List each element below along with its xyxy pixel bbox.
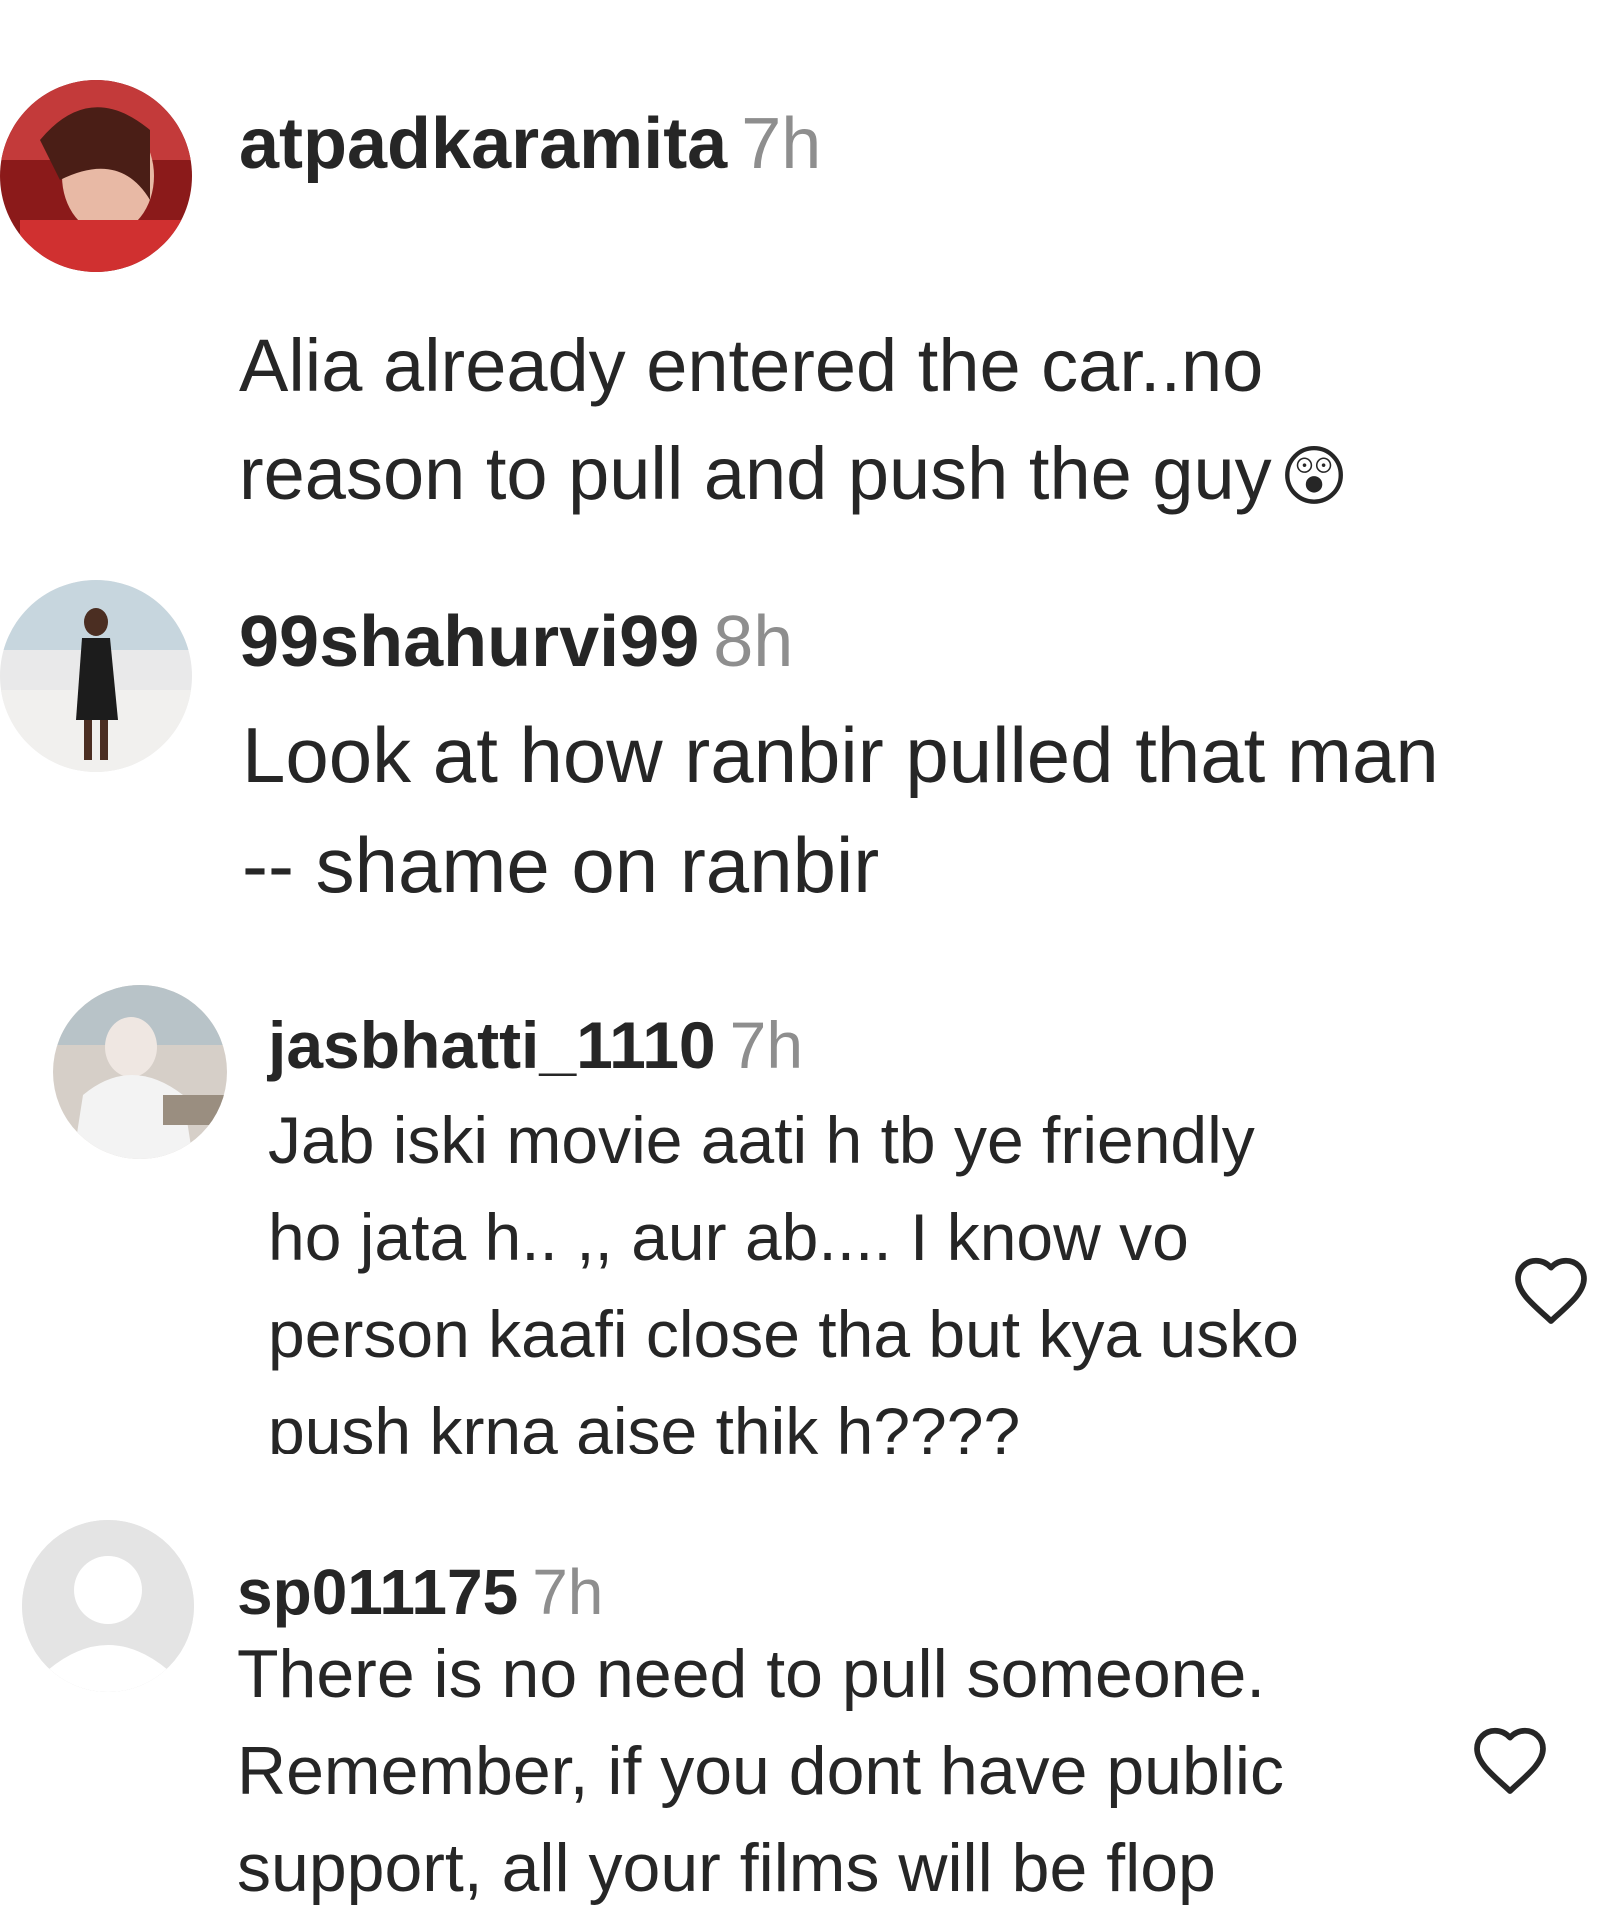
comment-item: sp011175 7h There is no need to pull some… — [0, 1500, 1601, 1920]
user-avatar-placeholder[interactable] — [22, 1520, 194, 1692]
comment-meta: 99shahurvi99 8h — [239, 606, 793, 678]
emoji-shocked-icon: 😲 — [1279, 439, 1349, 513]
comment-meta: sp011175 7h — [237, 1560, 603, 1624]
like-heart-icon[interactable] — [1467, 1718, 1553, 1798]
comment-body: Jab iski movie aati h tb ye friendly ho … — [268, 1103, 1299, 1454]
comment-item: jasbhatti_1110 7h Jab iski movie aati h t… — [0, 980, 1601, 1460]
comment-body: Look at how ranbir pulled that man -- sh… — [242, 711, 1439, 909]
comment-body: Alia already entered the car..no reason … — [239, 324, 1272, 515]
comment-item: 99shahurvi99 8h Look at how ranbir pulled… — [0, 560, 1601, 940]
user-avatar[interactable] — [53, 985, 227, 1159]
comment-timestamp: 7h — [741, 104, 822, 184]
comment-timestamp: 8h — [713, 602, 794, 682]
like-heart-icon[interactable] — [1508, 1248, 1594, 1328]
comment-username[interactable]: atpadkaramita — [239, 104, 727, 184]
comment-username[interactable]: 99shahurvi99 — [239, 602, 699, 682]
comment-body: There is no need to pull someone. Rememb… — [237, 1636, 1285, 1906]
comment-timestamp: 7h — [532, 1556, 604, 1628]
comment-item: atpadkaramita 7h Alia already entered the… — [0, 0, 1601, 515]
user-avatar[interactable] — [0, 80, 192, 272]
comment-username[interactable]: sp011175 — [237, 1556, 518, 1628]
comment-username[interactable]: jasbhatti_1110 — [268, 1008, 716, 1082]
comment-text: Alia already entered the car..no reason … — [239, 204, 1539, 530]
comment-meta: jasbhatti_1110 7h — [268, 1012, 803, 1078]
comment-meta: atpadkaramita 7h — [239, 108, 821, 180]
comment-timestamp: 7h — [729, 1008, 804, 1082]
user-avatar[interactable] — [0, 580, 192, 772]
